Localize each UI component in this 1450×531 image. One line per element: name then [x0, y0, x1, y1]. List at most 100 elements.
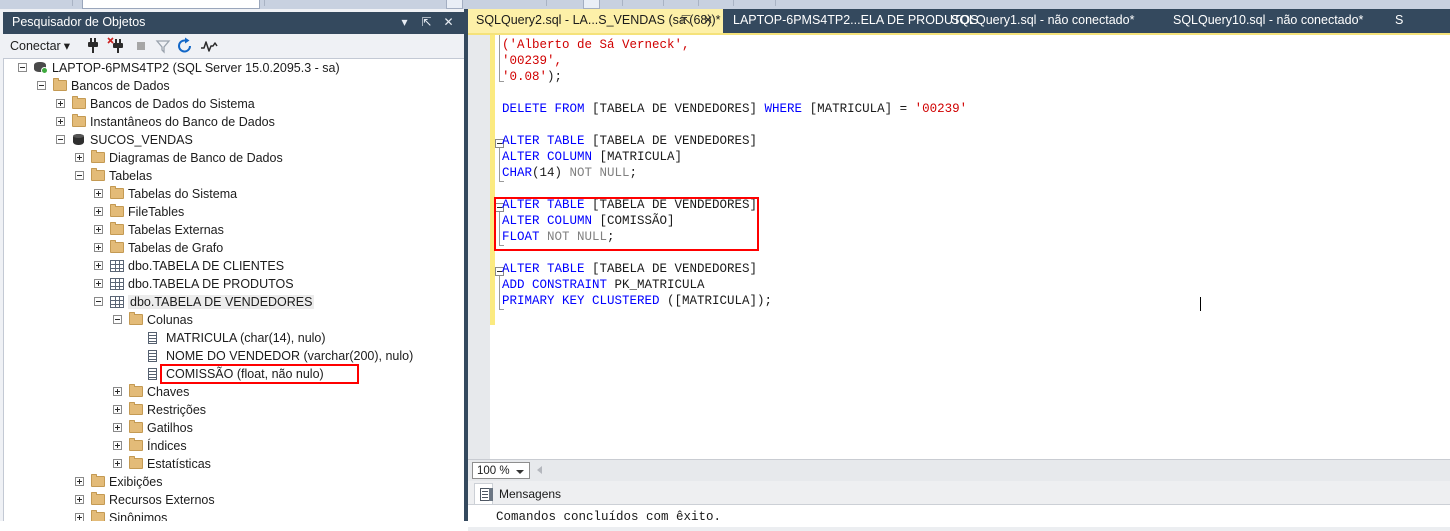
expand-node-icon[interactable]: [113, 387, 122, 396]
toolbar-separator: [72, 0, 73, 6]
expand-node-icon[interactable]: [113, 405, 122, 414]
connect-plug-icon[interactable]: [83, 37, 103, 55]
disconnect-plug-icon[interactable]: [107, 37, 127, 55]
tree-node[interactable]: Tabelas: [4, 167, 464, 185]
chevron-down-icon[interactable]: ▾: [396, 14, 413, 31]
filter-icon[interactable]: [153, 37, 173, 55]
toolbar-button[interactable]: [583, 0, 600, 9]
editor-tab[interactable]: S: [1385, 9, 1450, 33]
tree-node-label: LAPTOP-6PMS4TP2 (SQL Server 15.0.2095.3 …: [52, 61, 340, 75]
tree-node[interactable]: Instantâneos do Banco de Dados: [4, 113, 464, 131]
close-tab-icon[interactable]: ✕: [701, 13, 715, 28]
object-explorer-tree[interactable]: LAPTOP-6PMS4TP2 (SQL Server 15.0.2095.3 …: [3, 58, 464, 521]
code-token: [TABELA DE VENDEDORES]: [592, 262, 758, 276]
tree-node[interactable]: Colunas: [4, 311, 464, 329]
expand-node-icon[interactable]: [94, 243, 103, 252]
tree-node[interactable]: dbo.TABELA DE VENDEDORES: [4, 293, 464, 311]
editor-tab[interactable]: SQLQuery2.sql - LA...S_VENDAS (sa (68))*…: [468, 9, 723, 33]
expand-node-icon[interactable]: [94, 189, 103, 198]
expand-node-icon[interactable]: [75, 477, 84, 486]
tree-node[interactable]: LAPTOP-6PMS4TP2 (SQL Server 15.0.2095.3 …: [4, 59, 464, 77]
pin-tab-icon[interactable]: ⇱: [679, 13, 693, 28]
expand-node-icon[interactable]: [56, 117, 65, 126]
toolbar-combo[interactable]: [82, 0, 260, 9]
editor-tab[interactable]: LAPTOP-6PMS4TP2...ELA DE PRODUTOS: [723, 9, 978, 33]
server-icon: [34, 61, 48, 74]
collapse-node-icon[interactable]: [37, 81, 46, 90]
tree-node[interactable]: Chaves: [4, 383, 464, 401]
tree-node[interactable]: Diagramas de Banco de Dados: [4, 149, 464, 167]
collapse-node-icon[interactable]: [18, 63, 27, 72]
tree-node-label: Índices: [147, 439, 187, 453]
tree-node-label: Instantâneos do Banco de Dados: [90, 115, 275, 129]
tab-mensagens[interactable]: Mensagens: [474, 483, 561, 504]
collapse-node-icon[interactable]: [113, 315, 122, 324]
code-token: ',: [674, 38, 690, 52]
expand-node-icon[interactable]: [94, 225, 103, 234]
expand-node-icon[interactable]: [113, 423, 122, 432]
tree-node[interactable]: Gatilhos: [4, 419, 464, 437]
messages-horizontal-scrollbar[interactable]: [468, 527, 1450, 531]
tree-node[interactable]: Bancos de Dados do Sistema: [4, 95, 464, 113]
code-token: '00239',: [502, 54, 563, 68]
code-token: (14): [532, 166, 570, 180]
expand-node-icon[interactable]: [113, 441, 122, 450]
tree-node[interactable]: dbo.TABELA DE PRODUTOS: [4, 275, 464, 293]
expand-node-icon[interactable]: [94, 261, 103, 270]
editor-tab[interactable]: SQLQuery1.sql - não conectado*: [941, 9, 1163, 33]
tree-node[interactable]: Tabelas Externas: [4, 221, 464, 239]
tree-node[interactable]: NOME DO VENDEDOR (varchar(200), nulo): [4, 347, 464, 365]
tree-node-label: NOME DO VENDEDOR (varchar(200), nulo): [166, 349, 414, 363]
code-line: ALTER TABLE [TABELA DE VENDEDORES]: [502, 197, 757, 213]
tree-node[interactable]: Sinônimos: [4, 509, 464, 521]
editor-tab-label: SQLQuery10.sql - não conectado*: [1173, 13, 1364, 27]
message-text: Comandos concluídos com êxito.: [496, 510, 722, 524]
tree-node[interactable]: SUCOS_VENDAS: [4, 131, 464, 149]
collapse-node-icon[interactable]: [75, 171, 84, 180]
expand-node-icon[interactable]: [94, 207, 103, 216]
tree-node[interactable]: Restrições: [4, 401, 464, 419]
code-line: ALTER COLUMN [COMISSÃO]: [502, 213, 675, 229]
tree-node-label: dbo.TABELA DE PRODUTOS: [128, 277, 294, 291]
tree-node-label: dbo.TABELA DE CLIENTES: [128, 259, 285, 273]
tree-node[interactable]: Tabelas do Sistema: [4, 185, 464, 203]
tree-node[interactable]: dbo.TABELA DE CLIENTES: [4, 257, 464, 275]
tree-node[interactable]: COMISSÃO (float, não nulo): [4, 365, 464, 383]
tree-node[interactable]: Índices: [4, 437, 464, 455]
editor-tab[interactable]: SQLQuery10.sql - não conectado*: [1163, 9, 1385, 33]
tree-node[interactable]: MATRICULA (char(14), nulo): [4, 329, 464, 347]
zoom-level-value: 100 %: [477, 465, 510, 477]
tree-node[interactable]: Exibições: [4, 473, 464, 491]
collapse-node-icon[interactable]: [56, 135, 65, 144]
scroll-left-arrow-icon[interactable]: [537, 466, 542, 474]
expand-node-icon[interactable]: [94, 279, 103, 288]
expand-node-icon[interactable]: [75, 495, 84, 504]
expand-node-icon[interactable]: [56, 99, 65, 108]
expand-node-icon[interactable]: [75, 513, 84, 521]
collapse-node-icon[interactable]: [94, 297, 103, 306]
code-token: PRIMARY KEY CLUSTERED: [502, 294, 668, 308]
top-toolbar-strip: [0, 0, 1450, 9]
fold-tick: [499, 181, 504, 182]
tree-node[interactable]: Tabelas de Grafo: [4, 239, 464, 257]
code-line: CHAR(14) NOT NULL;: [502, 165, 637, 181]
expand-node-icon[interactable]: [75, 153, 84, 162]
expand-node-icon[interactable]: [113, 459, 122, 468]
connect-button[interactable]: Conectar ▾: [10, 38, 70, 53]
messages-output[interactable]: Comandos concluídos com êxito.: [468, 504, 1450, 531]
activity-monitor-icon[interactable]: [199, 37, 219, 55]
refresh-icon[interactable]: [175, 37, 195, 55]
folder-icon: [129, 312, 143, 325]
pin-icon[interactable]: ⇱: [418, 14, 435, 31]
close-icon[interactable]: ✕: [440, 14, 457, 31]
tree-node-label: Estatísticas: [147, 457, 211, 471]
code-token: DELETE FROM: [502, 102, 593, 116]
tree-node[interactable]: Recursos Externos: [4, 491, 464, 509]
sql-code-editor[interactable]: ('Alberto de Sá Verneck', '00239', '0.08')…: [468, 35, 1450, 459]
zoom-level-select[interactable]: 100 %: [472, 462, 530, 479]
toolbar-button[interactable]: [446, 0, 463, 9]
tree-node[interactable]: FileTables: [4, 203, 464, 221]
object-explorer-titlebar: Pesquisador de Objetos ▾ ⇱ ✕: [3, 12, 465, 34]
tree-node[interactable]: Bancos de Dados: [4, 77, 464, 95]
tree-node[interactable]: Estatísticas: [4, 455, 464, 473]
